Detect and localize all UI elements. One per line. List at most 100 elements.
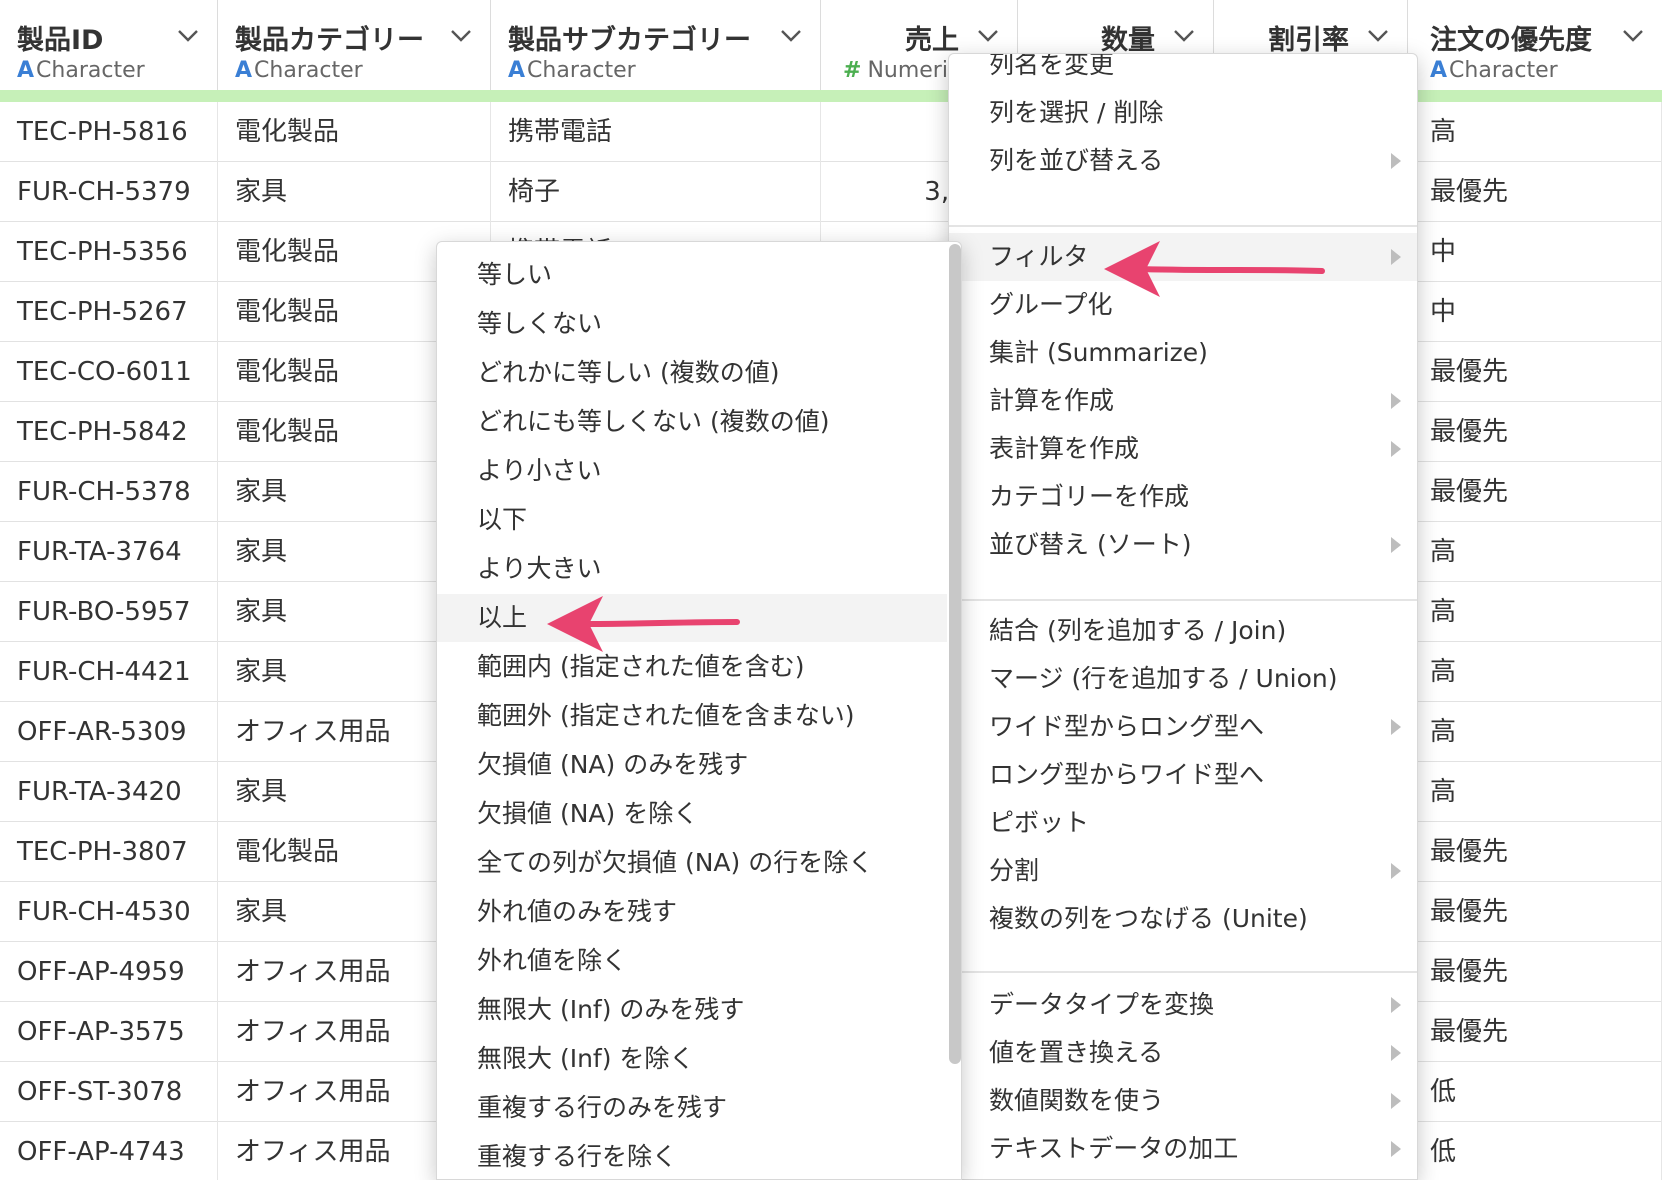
cell-product-id[interactable]: TEC-PH-5356 [0, 222, 218, 282]
column-menu-item[interactable]: ワイド型からロング型へ [949, 703, 1417, 751]
cell-order-priority[interactable]: 中 [1408, 222, 1662, 282]
cell-product-id[interactable]: TEC-CO-6011 [0, 342, 218, 402]
column-header-label: 製品サブカテゴリー [508, 25, 751, 56]
chevron-down-icon[interactable] [975, 22, 1001, 48]
chevron-down-icon[interactable] [1620, 22, 1646, 48]
column-menu-item[interactable]: 複数の列をつなげる (Unite) [949, 895, 1417, 943]
cell-order-priority[interactable]: 最優先 [1408, 402, 1662, 462]
menu-item-label: 分割 [989, 856, 1040, 885]
filter-option[interactable]: どれにも等しくない (複数の値) [437, 398, 947, 446]
cell-order-priority[interactable]: 最優先 [1408, 942, 1662, 1002]
cell-order-priority[interactable]: 最優先 [1408, 162, 1662, 222]
cell-order-priority[interactable]: 高 [1408, 522, 1662, 582]
cell-product-id[interactable]: FUR-BO-5957 [0, 582, 218, 642]
filter-option[interactable]: 等しい [437, 251, 947, 299]
menu-item-label: 計算を作成 [989, 386, 1115, 415]
cell-order-priority[interactable]: 最優先 [1408, 882, 1662, 942]
column-menu-item[interactable]: 列を並び替える [949, 137, 1417, 185]
cell-product-id[interactable]: FUR-CH-5379 [0, 162, 218, 222]
submenu-scrollbar[interactable] [949, 244, 961, 1064]
cell-order-priority[interactable]: 高 [1408, 762, 1662, 822]
cell-order-priority[interactable]: 高 [1408, 642, 1662, 702]
cell-order-priority[interactable]: 高 [1408, 102, 1662, 162]
filter-option[interactable]: どれかに等しい (複数の値) [437, 349, 947, 397]
column-menu-item[interactable]: 値を置き換える [949, 1029, 1417, 1077]
cell-product-category[interactable]: 電化製品 [218, 102, 491, 162]
cell-order-priority[interactable]: 最優先 [1408, 822, 1662, 882]
column-menu-item[interactable]: 計算を作成 [949, 377, 1417, 425]
cell-order-priority[interactable]: 最優先 [1408, 1002, 1662, 1062]
column-menu-item[interactable]: 集計 (Summarize) [949, 329, 1417, 377]
menu-item-label: マージ (行を追加する / Union) [989, 664, 1338, 693]
filter-option[interactable]: 無限大 (Inf) を除く [437, 1035, 947, 1083]
cell-product-id[interactable]: FUR-CH-5378 [0, 462, 218, 522]
column-type: ACharacter [1430, 58, 1558, 83]
column-menu-item[interactable]: ピボット [949, 799, 1417, 847]
cell-product-id[interactable]: TEC-PH-5816 [0, 102, 218, 162]
filter-option[interactable]: 無限大 (Inf) のみを残す [437, 986, 947, 1034]
column-header-product-category[interactable]: 製品カテゴリー ACharacter [218, 0, 491, 90]
menu-item-label: 数値関数を使う [989, 1086, 1165, 1115]
column-menu-item[interactable]: 列名を変更 [949, 54, 1417, 89]
cell-order-priority[interactable]: 低 [1408, 1122, 1662, 1180]
chevron-down-icon[interactable] [778, 22, 804, 48]
column-header-label: 製品カテゴリー [235, 25, 424, 56]
cell-order-priority[interactable]: 最優先 [1408, 462, 1662, 522]
column-menu-item[interactable]: 表計算を作成 [949, 425, 1417, 473]
filter-option[interactable]: 外れ値を除く [437, 937, 947, 985]
column-menu-item[interactable]: 分割 [949, 847, 1417, 895]
cell-product-id[interactable]: FUR-TA-3420 [0, 762, 218, 822]
cell-product-id[interactable]: OFF-ST-3078 [0, 1062, 218, 1122]
column-menu-item[interactable]: カテゴリーを作成 [949, 473, 1417, 521]
column-menu-item[interactable]: ロング型からワイド型へ [949, 751, 1417, 799]
cell-order-priority[interactable]: 高 [1408, 582, 1662, 642]
cell-order-priority[interactable]: 高 [1408, 702, 1662, 762]
column-menu-item[interactable]: 列を選択 / 削除 [949, 89, 1417, 137]
cell-product-id[interactable]: OFF-AP-4743 [0, 1122, 218, 1180]
column-header-label: 数量 [1101, 25, 1155, 56]
cell-product-id[interactable]: FUR-CH-4530 [0, 882, 218, 942]
cell-product-id[interactable]: FUR-TA-3764 [0, 522, 218, 582]
cell-product-id[interactable]: OFF-AP-4959 [0, 942, 218, 1002]
cell-product-id[interactable]: FUR-CH-4421 [0, 642, 218, 702]
column-menu-item[interactable]: 結合 (列を追加する / Join) [949, 607, 1417, 655]
menu-item-label: 複数の列をつなげる (Unite) [989, 904, 1308, 933]
column-menu-item[interactable]: データタイプを変換 [949, 981, 1417, 1029]
submenu-arrow-icon [1391, 863, 1401, 879]
menu-item-label: フィルタ [989, 242, 1089, 271]
chevron-down-icon[interactable] [448, 22, 474, 48]
filter-option[interactable]: 欠損値 (NA) を除く [437, 790, 947, 838]
filter-option[interactable]: より小さい [437, 447, 947, 495]
cell-product-id[interactable]: OFF-AP-3575 [0, 1002, 218, 1062]
column-header-order-priority[interactable]: 注文の優先度 ACharacter [1408, 0, 1662, 90]
filter-option[interactable]: 重複する行を除く [437, 1133, 947, 1179]
cell-product-subcategory[interactable]: 携帯電話 [491, 102, 821, 162]
column-menu-item[interactable]: 並び替え (ソート) [949, 521, 1417, 569]
cell-order-priority[interactable]: 中 [1408, 282, 1662, 342]
filter-option[interactable]: 欠損値 (NA) のみを残す [437, 741, 947, 789]
filter-option[interactable]: 外れ値のみを残す [437, 888, 947, 936]
chevron-down-icon[interactable] [175, 22, 201, 48]
filter-option[interactable]: 等しくない [437, 300, 947, 348]
filter-option[interactable]: 重複する行のみを残す [437, 1084, 947, 1132]
column-header-product-subcategory[interactable]: 製品サブカテゴリー ACharacter [491, 0, 821, 90]
column-menu-item[interactable]: 数値関数を使う [949, 1077, 1417, 1125]
cell-product-id[interactable]: TEC-PH-5267 [0, 282, 218, 342]
column-menu-item[interactable]: マージ (行を追加する / Union) [949, 655, 1417, 703]
chevron-down-icon[interactable] [1171, 22, 1197, 48]
column-header-product-id[interactable]: 製品ID ACharacter [0, 0, 218, 90]
cell-product-id[interactable]: OFF-AR-5309 [0, 702, 218, 762]
menu-separator [949, 599, 1417, 601]
cell-order-priority[interactable]: 最優先 [1408, 342, 1662, 402]
cell-product-id[interactable]: TEC-PH-5842 [0, 402, 218, 462]
cell-order-priority[interactable]: 低 [1408, 1062, 1662, 1122]
cell-product-subcategory[interactable]: 椅子 [491, 162, 821, 222]
cell-product-category[interactable]: 家具 [218, 162, 491, 222]
filter-option[interactable]: より大きい [437, 545, 947, 593]
filter-option[interactable]: 範囲外 (指定された値を含まない) [437, 692, 947, 740]
filter-option[interactable]: 以下 [437, 496, 947, 544]
chevron-down-icon[interactable] [1365, 22, 1391, 48]
column-menu-item[interactable]: テキストデータの加工 [949, 1125, 1417, 1173]
cell-product-id[interactable]: TEC-PH-3807 [0, 822, 218, 882]
filter-option[interactable]: 全ての列が欠損値 (NA) の行を除く [437, 839, 947, 887]
